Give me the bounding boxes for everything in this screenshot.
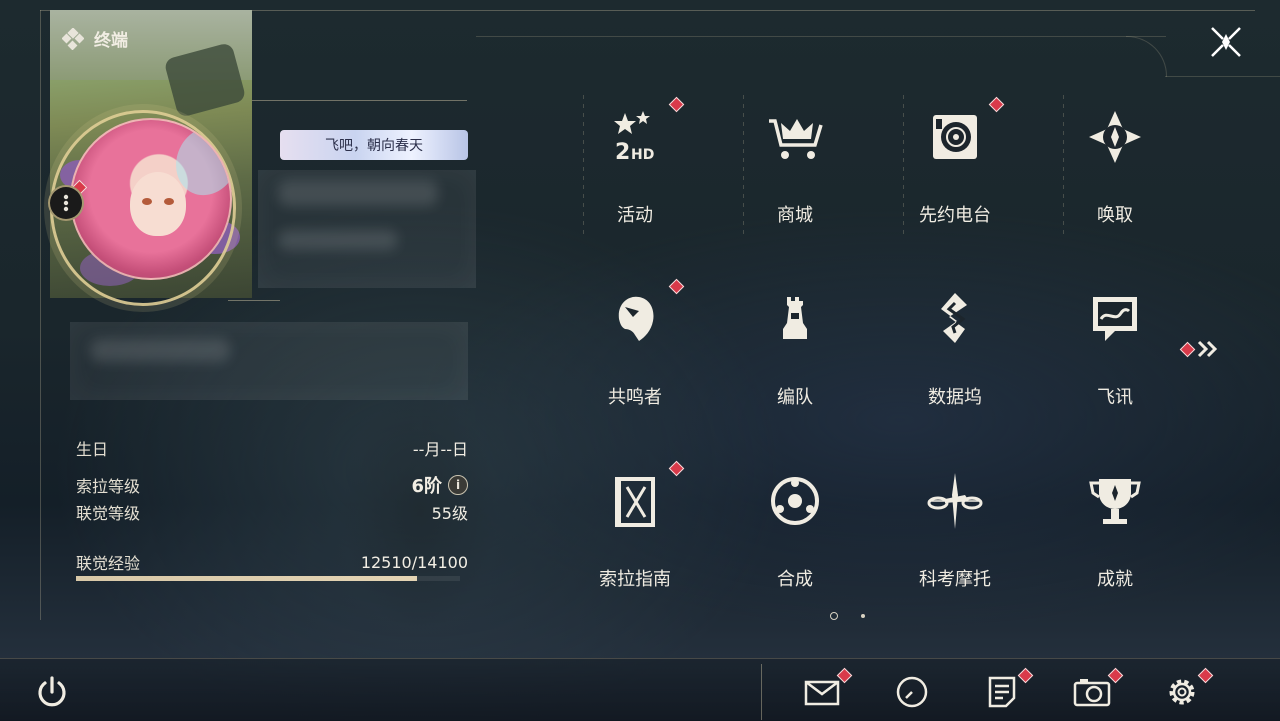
chat-message-icon [1093, 297, 1137, 341]
sola-level-value: 6阶 [411, 476, 442, 497]
menu-item-team[interactable]: 编队 [745, 277, 845, 417]
menu-item-data-dock[interactable]: 数据坞 [905, 277, 1005, 417]
radio-record-icon [933, 115, 977, 159]
more-dots-icon [63, 194, 69, 212]
notification-badge [668, 278, 685, 295]
menu-item-label: 商城 [777, 205, 813, 226]
divider [761, 664, 762, 720]
page-indicator[interactable] [861, 614, 865, 618]
menu-item-label: 数据坞 [928, 387, 982, 408]
birthday-value: --月--日 [412, 440, 468, 459]
menu-item-label: 成就 [1097, 569, 1133, 590]
birthday-label: 生日 [76, 440, 109, 459]
menu-item-label: 先约电台 [919, 205, 991, 226]
notification-badge [1179, 341, 1196, 357]
menu-item-shop[interactable]: 商城 [745, 95, 1005, 235]
menu-item-sola-guide[interactable]: 索拉指南 [585, 459, 685, 599]
notes-icon [988, 676, 1016, 708]
info-icon[interactable]: i [448, 475, 468, 495]
clock-icon [896, 676, 928, 708]
frame-corner [1126, 36, 1167, 77]
synthesis-icon [771, 477, 819, 525]
frame-line [40, 10, 41, 620]
data-dock-icon [941, 293, 967, 343]
notification-badge [668, 460, 685, 477]
menu-item-achievements[interactable]: 成就 [1065, 459, 1165, 599]
signature-text: 飞吧，朝向春天 [325, 138, 423, 154]
union-exp-row: 联觉经验 12510/14100 [76, 550, 468, 574]
signature-banner[interactable]: 飞吧，朝向春天 [280, 130, 468, 160]
power-icon[interactable] [34, 674, 70, 710]
exp-progress-fill [76, 576, 417, 581]
shop-crown-cart-icon [769, 119, 823, 159]
more-options-button[interactable] [48, 185, 84, 221]
menu-item-label: 索拉指南 [599, 569, 671, 590]
union-level-label: 联觉等级 [76, 504, 141, 523]
menu-item-label: 科考摩托 [919, 569, 991, 590]
mail-icon [804, 680, 840, 706]
mail-button[interactable] [802, 667, 853, 712]
guide-book-icon [615, 477, 655, 527]
trophy-icon [1089, 479, 1141, 524]
next-page-button[interactable] [1179, 340, 1219, 358]
function-menu-grid: 2 HD 活动 商城 先约电台 唤取 共鸣者 编队 数据坞 飞讯 索拉指南 合成… [583, 95, 1165, 595]
avatar[interactable] [70, 118, 232, 280]
divider [228, 300, 280, 301]
union-level-row: 联觉等级 55级 [76, 500, 468, 524]
sola-level-row: 索拉等级 6阶 i [76, 472, 468, 498]
menu-item-radio[interactable]: 先约电台 [905, 95, 1005, 235]
menu-item-synthesis[interactable]: 合成 [745, 459, 845, 599]
menu-item-label: 飞讯 [1097, 387, 1133, 408]
camera-icon [1073, 679, 1111, 707]
clock-button[interactable] [892, 672, 932, 712]
motorcycle-icon [927, 473, 983, 529]
chess-team-icon [783, 297, 807, 339]
frame-line [1165, 76, 1280, 77]
notes-button[interactable] [982, 667, 1034, 712]
compass-star-icon [1089, 111, 1141, 163]
player-name-redacted [258, 170, 476, 288]
page-indicator-active[interactable] [830, 612, 838, 620]
terminal-logo-icon [62, 27, 84, 50]
menu-item-label: 编队 [777, 387, 813, 408]
menu-item-messages[interactable]: 飞讯 [1065, 277, 1165, 417]
menu-item-label: 合成 [777, 569, 813, 590]
menu-item-label: 共鸣者 [608, 387, 662, 408]
divider [252, 100, 467, 101]
union-level-value: 55级 [431, 504, 468, 523]
menu-item-resonator[interactable]: 共鸣者 [585, 277, 685, 417]
settings-button[interactable] [1162, 667, 1214, 712]
menu-item-label: 活动 [617, 205, 653, 226]
event-icon: 2 HD [614, 111, 654, 165]
exp-progress-bar [76, 576, 460, 581]
birthday-row: 生日 --月--日 [76, 436, 468, 460]
union-exp-value: 12510/14100 [360, 552, 468, 572]
union-exp-label: 联觉经验 [76, 554, 141, 573]
page-title: 终端 [94, 31, 128, 51]
camera-button[interactable] [1072, 667, 1124, 712]
gear-icon [1169, 679, 1195, 705]
menu-item-motorcycle[interactable]: 科考摩托 [905, 459, 1005, 599]
sola-level-label: 索拉等级 [76, 477, 141, 496]
menu-item-event[interactable]: 2 HD 活动 [585, 95, 685, 235]
svg-text:2: 2 [615, 140, 630, 165]
player-uid-redacted [70, 322, 468, 400]
close-icon[interactable] [1208, 24, 1244, 60]
app-title: 终端 [62, 26, 128, 51]
resonator-head-icon [618, 296, 654, 341]
double-chevron-right-icon [1197, 340, 1218, 358]
svg-text:HD: HD [631, 147, 654, 163]
notification-badge [668, 96, 685, 113]
menu-item-summon[interactable]: 唤取 [1065, 95, 1165, 235]
frame-line [476, 36, 1166, 37]
menu-item-label: 唤取 [1097, 205, 1133, 226]
